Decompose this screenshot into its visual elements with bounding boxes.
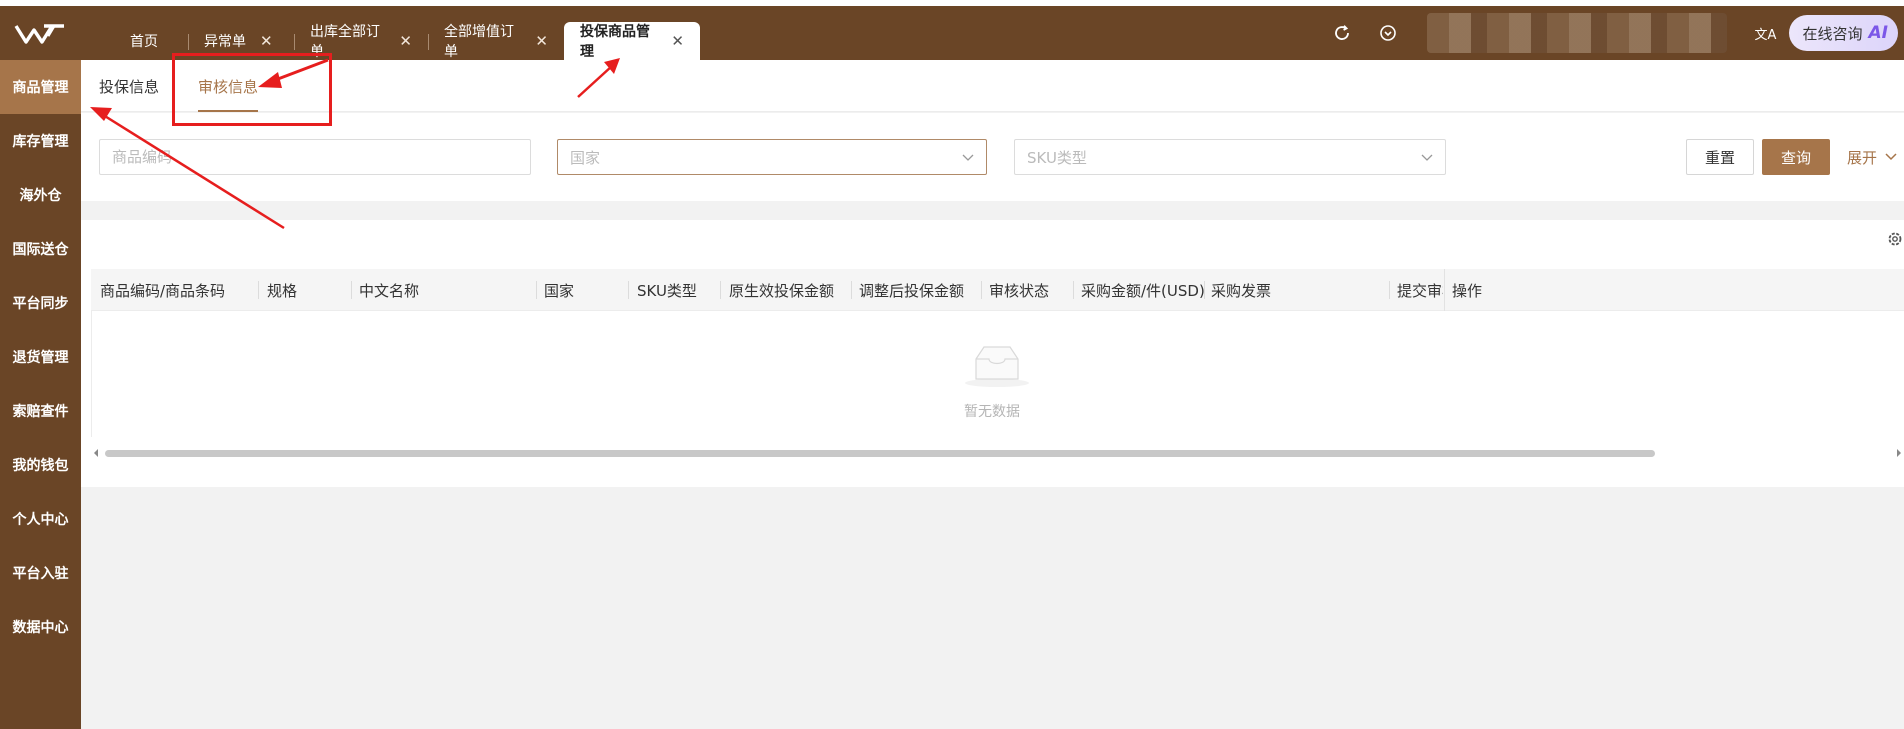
tab-label: 异常单 [204, 34, 246, 50]
gear-icon[interactable] [1886, 230, 1904, 248]
column-header[interactable]: 提交审核 [1397, 269, 1443, 311]
tab-label: 投保商品管理 [580, 24, 650, 60]
close-icon[interactable]: ✕ [535, 32, 548, 50]
column-divider[interactable] [1073, 281, 1074, 299]
column-divider[interactable] [1444, 269, 1445, 311]
sku-type-placeholder: SKU类型 [1027, 148, 1087, 167]
close-icon[interactable]: ✕ [260, 32, 273, 50]
tab-insured-product-management[interactable]: 投保商品管理 ✕ [564, 22, 700, 60]
column-divider[interactable] [720, 281, 721, 299]
column-header[interactable]: 采购金额/件(USD) [1081, 269, 1206, 311]
tab-all-value-added-orders[interactable]: 全部增值订单 ✕ [428, 22, 564, 60]
user-info-blurred[interactable] [1426, 13, 1727, 53]
column-header[interactable]: 中文名称 [359, 269, 529, 311]
chevron-down-icon [1885, 153, 1897, 161]
sidebar-item-label: 索赔查件 [12, 404, 69, 420]
scrollbar-thumb[interactable] [105, 450, 1655, 457]
expand-button[interactable]: 展开 [1847, 139, 1904, 175]
subtab-insurance-info[interactable]: 投保信息 [99, 60, 159, 112]
logo-icon[interactable] [14, 20, 66, 48]
sidebar-item-label: 我的钱包 [12, 458, 69, 474]
column-divider[interactable] [536, 281, 537, 299]
column-header[interactable]: 调整后投保金额 [859, 269, 979, 311]
sidebar-item-label: 库存管理 [12, 134, 69, 150]
sidebar-item-label: 平台入驻 [12, 566, 69, 582]
table-panel: 商品编码/商品条码 规格 中文名称 国家 SKU类型 原生效投保金额 调整后投保… [81, 220, 1904, 487]
column-divider[interactable] [1389, 281, 1390, 299]
reset-button[interactable]: 重置 [1686, 139, 1754, 175]
sku-type-select[interactable]: SKU类型 [1014, 139, 1446, 175]
column-divider[interactable] [351, 281, 352, 299]
tab-label: 全部增值订单 [444, 24, 514, 60]
sidebar-item-wallet[interactable]: 我的钱包 [0, 438, 81, 492]
table-body: 暂无数据 [91, 311, 1904, 437]
refresh-icon[interactable] [1327, 18, 1357, 48]
favorite-icon[interactable] [1373, 18, 1403, 48]
expand-label: 展开 [1847, 148, 1878, 167]
sidebar-item-platform-onboarding[interactable]: 平台入驻 [0, 546, 81, 600]
ai-consult-label: 在线咨询 [1802, 24, 1863, 43]
column-header[interactable]: 审核状态 [989, 269, 1069, 311]
column-header[interactable]: 国家 [544, 269, 624, 311]
sidebar-item-label: 平台同步 [12, 296, 69, 312]
column-divider[interactable] [1204, 281, 1205, 299]
sidebar-item-returns[interactable]: 退货管理 [0, 330, 81, 384]
top-bar: 首页 异常单 ✕ 出库全部订单 ✕ 全部增值订单 ✕ 投保商品管理 ✕ 文A 在… [0, 0, 1904, 60]
annotation-box [172, 53, 332, 126]
chevron-down-icon [962, 154, 974, 161]
sidebar-item-overseas-warehouse[interactable]: 海外仓 [0, 168, 81, 222]
horizontal-scrollbar[interactable] [91, 447, 1904, 459]
chevron-down-icon [1421, 154, 1433, 161]
sidebar-item-label: 退货管理 [12, 350, 69, 366]
column-divider[interactable] [851, 281, 852, 299]
ai-consult-button[interactable]: 在线咨询 AI [1788, 15, 1898, 51]
sidebar-item-label: 商品管理 [12, 80, 69, 96]
header-actions: 文A 在线咨询 AI [1319, 6, 1904, 60]
table-header: 商品编码/商品条码 规格 中文名称 国家 SKU类型 原生效投保金额 调整后投保… [91, 269, 1904, 311]
sidebar-item-inventory-management[interactable]: 库存管理 [0, 114, 81, 168]
column-divider[interactable] [981, 281, 982, 299]
country-select[interactable]: 国家 [557, 139, 987, 175]
sidebar-item-label: 海外仓 [19, 188, 62, 204]
sub-tabs: 投保信息 审核信息 [81, 60, 1904, 112]
sidebar-item-platform-sync[interactable]: 平台同步 [0, 276, 81, 330]
subtab-label: 投保信息 [99, 77, 160, 96]
main-content: 投保信息 审核信息 国家 SKU类型 重置 查询 展开 商品编码/商品条 [81, 60, 1904, 729]
empty-inbox-icon [965, 346, 1029, 387]
filter-bar: 国家 SKU类型 重置 查询 展开 [81, 113, 1904, 201]
product-code-input[interactable] [112, 148, 518, 166]
sidebar-item-label: 国际送仓 [12, 242, 69, 258]
column-divider[interactable] [628, 281, 629, 299]
column-divider[interactable] [258, 281, 259, 299]
scroll-left-icon[interactable] [91, 447, 101, 459]
column-header[interactable]: 原生效投保金额 [729, 269, 849, 311]
close-icon[interactable]: ✕ [399, 32, 412, 50]
sidebar-item-international-delivery[interactable]: 国际送仓 [0, 222, 81, 276]
column-header[interactable]: 商品编码/商品条码 [100, 269, 255, 311]
ai-badge: AI [1868, 23, 1888, 43]
sidebar-item-claims[interactable]: 索赔查件 [0, 384, 81, 438]
sidebar-item-personal-center[interactable]: 个人中心 [0, 492, 81, 546]
sidebar-item-label: 个人中心 [12, 512, 69, 528]
column-header[interactable]: 采购发票 [1211, 269, 1386, 311]
search-button[interactable]: 查询 [1762, 139, 1830, 175]
column-header[interactable]: 规格 [267, 269, 347, 311]
close-icon[interactable]: ✕ [671, 32, 684, 50]
column-header[interactable]: SKU类型 [637, 269, 717, 311]
sidebar: 商品管理 库存管理 海外仓 国际送仓 平台同步 退货管理 索赔查件 我的钱包 个… [0, 60, 81, 729]
empty-state: 暂无数据 [962, 341, 1032, 421]
sidebar-item-label: 数据中心 [12, 620, 69, 636]
column-header[interactable]: 操作 [1452, 269, 1532, 311]
sidebar-item-data-center[interactable]: 数据中心 [0, 600, 81, 654]
translate-icon[interactable]: 文A [1751, 18, 1781, 48]
empty-text: 暂无数据 [964, 404, 1020, 420]
product-code-field [99, 139, 531, 175]
sidebar-item-product-management[interactable]: 商品管理 [0, 60, 81, 114]
country-placeholder: 国家 [570, 148, 601, 167]
tab-label: 首页 [130, 34, 158, 50]
scroll-right-icon[interactable] [1894, 447, 1904, 459]
